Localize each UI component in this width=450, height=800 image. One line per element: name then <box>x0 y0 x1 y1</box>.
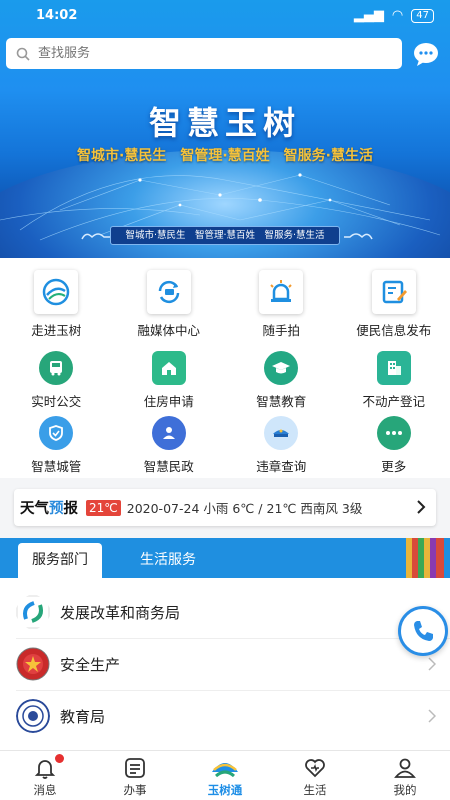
department-name: 安全生产 <box>60 655 121 674</box>
nav-mine[interactable]: 我的 <box>360 751 450 800</box>
search-bar[interactable] <box>6 38 402 69</box>
service-civil-affairs[interactable]: 智慧民政 <box>113 416 226 475</box>
nav-life[interactable]: 生活 <box>270 751 360 800</box>
service-label: 融媒体中心 <box>137 323 200 338</box>
service-realtime-bus[interactable]: 实时公交 <box>0 351 113 410</box>
phone-icon <box>414 621 433 641</box>
service-label: 智慧民政 <box>143 459 194 474</box>
nav-yushu-tong[interactable]: 玉树通 <box>180 751 270 800</box>
nav-affairs[interactable]: 办事 <box>90 751 180 800</box>
weather-logo-part: 报 <box>63 501 79 517</box>
service-label: 走进玉树 <box>31 323 82 338</box>
notification-badge <box>55 754 64 763</box>
department-name: 发展改革和商务局 <box>60 603 181 622</box>
emblem-icon <box>16 647 50 681</box>
education-seal-icon <box>16 699 50 733</box>
service-city-management[interactable]: 智慧城管 <box>0 416 113 475</box>
weather-card[interactable]: 天气预报 21℃ 2020-07-24 小雨 6℃ / 21℃ 西南风 3级 <box>14 489 436 526</box>
service-media-center[interactable]: 融媒体中心 <box>113 270 226 339</box>
service-label: 实时公交 <box>31 394 82 409</box>
development-logo-icon <box>16 595 50 629</box>
message-bubble-icon[interactable] <box>412 40 440 68</box>
nav-label: 办事 <box>123 783 147 797</box>
department-name: 教育局 <box>60 707 106 726</box>
shield-icon <box>39 416 74 450</box>
service-more[interactable]: 更多 <box>338 416 450 475</box>
tab-life-services[interactable]: 生活服务 <box>140 549 196 569</box>
media-refresh-icon <box>146 270 191 314</box>
nav-label: 生活 <box>303 783 327 797</box>
status-icons: ▂▄▆ ◠ 47 <box>354 8 434 23</box>
service-label: 智慧城管 <box>31 459 82 474</box>
chevron-right-icon <box>428 657 436 671</box>
search-input[interactable] <box>38 46 402 61</box>
signal-icon: ▂▄▆ <box>353 8 384 23</box>
service-label: 更多 <box>381 459 407 474</box>
house-icon <box>151 351 186 385</box>
alarm-light-icon <box>259 270 304 314</box>
list-item[interactable]: 教育局 <box>0 690 450 742</box>
edit-note-icon <box>371 270 416 314</box>
tab-service-departments[interactable]: 服务部门 <box>18 543 102 578</box>
top-services-row: 走进玉树 融媒体中心 随手拍 便民信息发布 <box>0 270 450 339</box>
service-real-estate[interactable]: 不动产登记 <box>338 351 450 410</box>
people-icon <box>151 416 186 450</box>
bus-icon <box>39 351 74 385</box>
list-item[interactable]: 安全生产 <box>0 638 450 690</box>
yushu-tong-icon <box>212 763 238 778</box>
cloud-ornament-left-icon <box>81 233 110 240</box>
weather-logo: 天气预报 <box>20 497 78 518</box>
graduation-cap-icon <box>264 351 299 385</box>
search-icon <box>16 47 30 61</box>
service-grid: 走进玉树 融媒体中心 随手拍 便民信息发布 实时公交 住房申请 智慧教育 不动产… <box>0 258 450 478</box>
nav-label: 消息 <box>33 783 57 797</box>
service-label: 便民信息发布 <box>356 323 432 338</box>
service-info-publish[interactable]: 便民信息发布 <box>338 270 450 339</box>
department-tabs: 服务部门 生活服务 <box>0 538 450 578</box>
list-icon <box>125 758 145 778</box>
user-icon <box>394 758 416 778</box>
banner-title: 智慧玉树 <box>148 104 301 142</box>
service-label: 随手拍 <box>262 323 300 338</box>
police-cap-icon <box>264 416 299 450</box>
weather-temp-badge: 21℃ <box>86 499 121 516</box>
bell-icon <box>34 760 56 779</box>
chevron-right-icon <box>417 500 426 514</box>
service-education[interactable]: 智慧教育 <box>225 351 338 410</box>
service-label: 住房申请 <box>143 394 194 409</box>
chevron-right-icon <box>428 709 436 723</box>
banner-subtitle: 智城市·慧民生 智管理·慧百姓 智服务·慧生活 <box>77 148 373 164</box>
department-list: 发展改革和商务局 安全生产 教育局 <box>0 578 450 750</box>
weather-logo-part: 预 <box>49 501 64 517</box>
heart-icon <box>305 759 325 778</box>
phone-call-button[interactable] <box>398 606 448 656</box>
nav-label: 玉树通 <box>207 783 243 797</box>
services-row-2: 智慧城管 智慧民政 违章查询 更多 <box>0 416 450 475</box>
service-label: 智慧教育 <box>256 394 307 409</box>
list-item[interactable]: 发展改革和商务局 <box>0 586 450 638</box>
tibetan-pattern-icon <box>406 538 444 578</box>
building-icon <box>376 351 411 385</box>
weather-logo-part: 天气 <box>20 501 49 517</box>
wifi-icon: ◠ <box>391 8 404 23</box>
yushu-logo-icon <box>34 270 79 314</box>
service-label: 不动产登记 <box>362 394 425 409</box>
service-violation-query[interactable]: 违章查询 <box>225 416 338 475</box>
battery-icon: 47 <box>411 8 434 23</box>
service-housing[interactable]: 住房申请 <box>113 351 226 410</box>
status-bar: 14:02 ▂▄▆ ◠ 47 <box>0 0 450 32</box>
nav-messages[interactable]: 消息 <box>0 751 90 800</box>
header-banner: 14:02 ▂▄▆ ◠ 47 智慧玉树 智城市·慧民生 智管理·慧百姓 智服务·… <box>0 0 450 258</box>
banner-slogan-pill: 智城市·慧民生 智管理·慧百姓 智服务·慧生活 <box>110 226 340 245</box>
service-zoujin-yushu[interactable]: 走进玉树 <box>0 270 113 339</box>
more-dots-icon <box>376 416 411 450</box>
services-row-1: 实时公交 住房申请 智慧教育 不动产登记 <box>0 351 450 410</box>
service-suishoupai[interactable]: 随手拍 <box>225 270 338 339</box>
status-time: 14:02 <box>36 8 78 23</box>
service-label: 违章查询 <box>256 459 307 474</box>
nav-label: 我的 <box>393 783 417 797</box>
cloud-ornament-right-icon <box>344 233 373 240</box>
weather-forecast-text: 2020-07-24 小雨 6℃ / 21℃ 西南风 3级 <box>126 501 363 516</box>
bottom-nav: 消息 办事 玉树通 生活 我的 <box>0 750 450 800</box>
